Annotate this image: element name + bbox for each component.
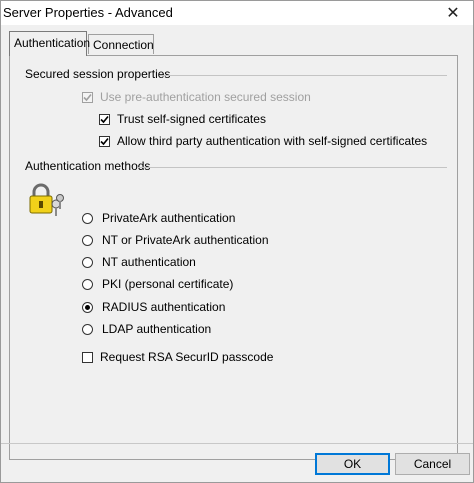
close-button[interactable]: ✕ [433, 1, 473, 25]
tab-connection[interactable]: Connection [88, 34, 154, 54]
radio-pki[interactable]: PKI (personal certificate) [82, 277, 233, 291]
authentication-panel: Secured session properties Use pre-authe… [9, 55, 458, 460]
radio-nt-or-privateark[interactable]: NT or PrivateArk authentication [82, 233, 269, 247]
secured-session-group-label: Secured session properties [25, 67, 171, 81]
trust-self-signed-label: Trust self-signed certificates [117, 112, 266, 126]
trust-self-signed-checkbox[interactable] [99, 113, 110, 125]
radio-label: NT or PrivateArk authentication [102, 233, 269, 247]
auth-methods-group-label: Authentication methods [25, 159, 151, 173]
radio-label: PKI (personal certificate) [102, 277, 234, 291]
dialog-window: Server Properties - Advanced ✕ Authentic… [0, 0, 474, 483]
allow-third-party-label: Allow third party authentication with se… [117, 134, 428, 148]
lock-keys-icon [29, 183, 64, 216]
radio-ldap[interactable]: LDAP authentication [82, 322, 211, 336]
auth-methods-divider [138, 167, 447, 168]
radio-privateark[interactable]: PrivateArk authentication [82, 211, 235, 225]
radio-button[interactable] [82, 256, 93, 268]
radio-label: PrivateArk authentication [102, 211, 236, 225]
trust-self-signed-checkbox-row[interactable]: Trust self-signed certificates [99, 112, 266, 126]
rsa-securid-checkbox[interactable] [82, 351, 93, 363]
tab-authentication[interactable]: Authentication [9, 31, 90, 56]
ok-button[interactable]: OK [315, 453, 390, 475]
cancel-button[interactable]: Cancel [395, 453, 470, 475]
radio-label: RADIUS authentication [102, 300, 226, 314]
use-preauth-checkbox-row[interactable]: Use pre-authentication secured session [82, 90, 311, 104]
radio-button[interactable] [82, 278, 93, 290]
radio-nt[interactable]: NT authentication [82, 255, 196, 269]
checkmark-icon [100, 137, 109, 145]
radio-button[interactable] [82, 301, 93, 313]
checkmark-icon [100, 115, 109, 123]
use-preauth-label: Use pre-authentication secured session [100, 90, 311, 104]
secured-session-divider [160, 75, 447, 76]
footer-divider [1, 443, 473, 444]
radio-selected-dot [85, 304, 90, 310]
window-title: Server Properties - Advanced [3, 5, 173, 20]
rsa-securid-checkbox-row[interactable]: Request RSA SecurID passcode [82, 350, 273, 364]
checkmark-icon [83, 93, 92, 101]
title-bar: Server Properties - Advanced ✕ [1, 1, 473, 25]
radio-button[interactable] [82, 234, 93, 246]
use-preauth-checkbox[interactable] [82, 91, 93, 103]
dialog-body: Authentication Connection Secured sessio… [1, 25, 473, 482]
radio-radius[interactable]: RADIUS authentication [82, 300, 225, 314]
allow-third-party-checkbox-row[interactable]: Allow third party authentication with se… [99, 134, 427, 148]
allow-third-party-checkbox[interactable] [99, 135, 110, 147]
radio-label: NT authentication [102, 255, 196, 269]
radio-button[interactable] [82, 323, 93, 335]
rsa-securid-label: Request RSA SecurID passcode [100, 350, 274, 364]
radio-label: LDAP authentication [102, 322, 212, 336]
radio-button[interactable] [82, 212, 93, 224]
